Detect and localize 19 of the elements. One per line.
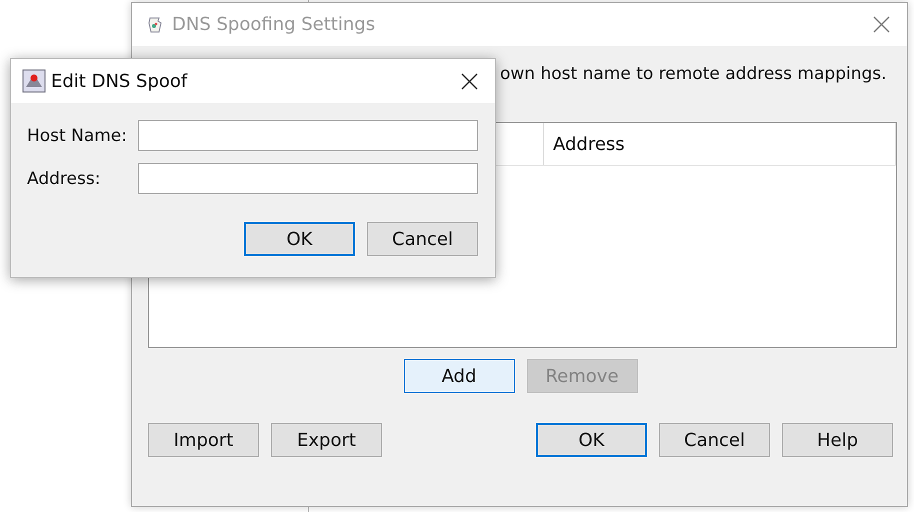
column-header[interactable]: Address: [544, 123, 896, 165]
dialog-button[interactable]: Import: [148, 423, 259, 457]
dialog-button[interactable]: Cancel: [367, 222, 478, 256]
app-icon: [22, 69, 46, 93]
jug-icon: [146, 14, 164, 34]
description-text: own host name to remote address mappings.: [500, 64, 888, 86]
field-label: Host Name:: [27, 126, 128, 146]
text-field[interactable]: [138, 120, 478, 151]
dialog-button[interactable]: OK: [244, 222, 355, 256]
text-field[interactable]: [138, 163, 478, 194]
dialog-button[interactable]: Export: [271, 423, 382, 457]
dialog-button[interactable]: Help: [782, 423, 893, 457]
dialog-button[interactable]: Cancel: [659, 423, 770, 457]
dialog-button[interactable]: Add: [404, 359, 514, 393]
dialog-title: Edit DNS Spoof: [51, 70, 188, 92]
window-title: DNS Spoofing Settings: [172, 14, 376, 35]
field-label: Address:: [27, 168, 102, 188]
close-icon[interactable]: [461, 72, 478, 90]
dialog-button[interactable]: OK: [536, 423, 647, 457]
